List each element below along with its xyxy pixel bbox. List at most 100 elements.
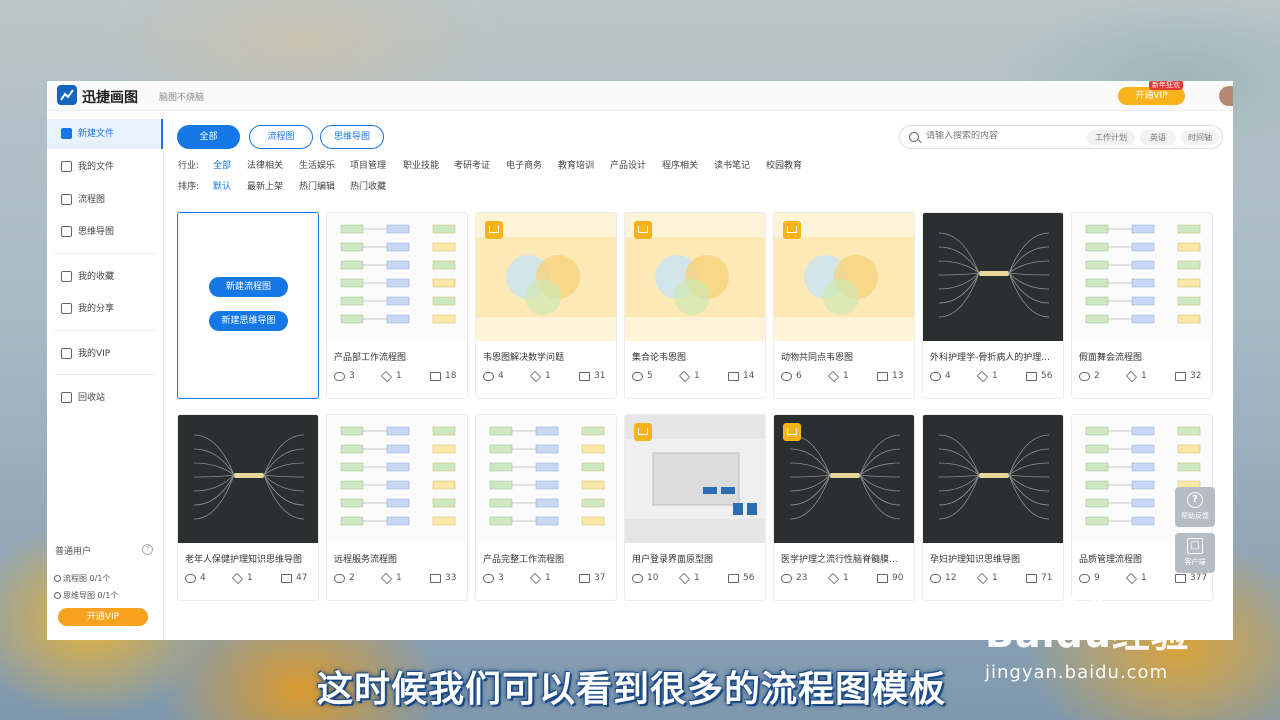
- template-views-count: 4: [483, 371, 504, 381]
- star-icon: [529, 370, 542, 383]
- vip-crown-icon: [634, 221, 652, 239]
- tab-flowchart[interactable]: 流程图: [249, 125, 313, 149]
- industry-option[interactable]: 法律相关: [247, 158, 283, 174]
- sidebar-item-flowchart[interactable]: 流程图: [47, 185, 163, 215]
- industry-option[interactable]: 教育培训: [558, 158, 594, 174]
- edit-icon: [877, 372, 888, 381]
- template-thumbnail: [327, 415, 467, 543]
- eye-icon: [930, 574, 941, 583]
- template-card[interactable]: 韦恩图解决数学问题 4 1 31: [475, 212, 617, 399]
- sort-option[interactable]: 最新上架: [247, 179, 283, 195]
- sidebar-item-shares[interactable]: 我的分享: [47, 294, 163, 324]
- quota-mindmap: 思维导图 0/1个: [53, 591, 119, 600]
- tab-all[interactable]: 全部: [177, 125, 240, 149]
- sidebar-item-new-file[interactable]: 新建文件: [47, 119, 163, 149]
- template-edits-count: 31: [579, 371, 605, 381]
- template-card[interactable]: 产品完整工作流程图 3 1 37: [475, 414, 617, 601]
- trash-icon: [61, 392, 72, 403]
- star-icon: [1125, 572, 1138, 585]
- template-title: 外科护理学-骨折病人的护理...: [930, 353, 1050, 363]
- sidebar-item-vip[interactable]: 我的VIP: [47, 339, 163, 369]
- edit-icon: [579, 574, 590, 583]
- vip-crown-icon: [783, 423, 801, 441]
- search-tag[interactable]: 时间轴: [1181, 130, 1219, 145]
- template-card[interactable]: 外科护理学-骨折病人的护理... 4 1 56: [922, 212, 1064, 399]
- edit-icon: [430, 372, 441, 381]
- sort-option[interactable]: 热门收藏: [350, 179, 386, 195]
- new-mindmap-button[interactable]: 新建思维导图: [209, 311, 288, 331]
- template-thumbnail: [327, 213, 467, 341]
- mindmap-icon: [61, 226, 72, 237]
- industry-option[interactable]: 生活娱乐: [299, 158, 335, 174]
- new-flowchart-button[interactable]: 新建流程图: [209, 277, 288, 297]
- vip-promo-badge: 新年狂欢: [1149, 81, 1183, 90]
- template-thumbnail: [1072, 213, 1212, 341]
- industry-option[interactable]: 考研考证: [454, 158, 490, 174]
- template-card[interactable]: 孕妇护理知识思维导图 12 1 71: [922, 414, 1064, 601]
- sidebar-item-favorites[interactable]: 我的收藏: [47, 262, 163, 292]
- client-button[interactable]: □ 客户端: [1175, 533, 1215, 573]
- industry-option[interactable]: 校园教育: [766, 158, 802, 174]
- sidebar-item-mindmap[interactable]: 思维导图: [47, 217, 163, 247]
- template-views-count: 4: [930, 371, 951, 381]
- industry-option[interactable]: 项目管理: [350, 158, 386, 174]
- search-tag[interactable]: 英语: [1140, 130, 1176, 145]
- star-icon: [827, 370, 840, 383]
- help-icon[interactable]: ?: [142, 544, 153, 555]
- folder-star-icon: [61, 271, 72, 282]
- template-card[interactable]: 产品部工作流程图 3 1 18: [326, 212, 468, 399]
- file-icon: [61, 161, 72, 172]
- industry-option[interactable]: 程序相关: [662, 158, 698, 174]
- template-edits-count: 13: [877, 371, 903, 381]
- sidebar-item-my-files[interactable]: 我的文件: [47, 152, 163, 182]
- template-edits-count: 14: [728, 371, 754, 381]
- template-card[interactable]: 远程服务流程图 2 1 33: [326, 414, 468, 601]
- sort-label: 排序:: [178, 182, 200, 192]
- template-card[interactable]: 老年人保健护理知识思维导图 4 1 47: [177, 414, 319, 601]
- edit-icon: [877, 574, 888, 583]
- template-edits-count: 33: [430, 573, 456, 583]
- vip-crown-icon: [783, 221, 801, 239]
- template-stars-count: 1: [1125, 572, 1147, 585]
- template-views-count: 9: [1079, 573, 1100, 583]
- template-stars-count: 1: [678, 572, 700, 585]
- feedback-button[interactable]: ? 帮助反馈: [1175, 487, 1215, 527]
- plus-icon: [61, 128, 72, 139]
- template-views-count: 10: [632, 573, 658, 583]
- template-views-count: 3: [483, 573, 504, 583]
- search-tag[interactable]: 工作计划: [1087, 130, 1135, 145]
- vip-crown-icon: [485, 221, 503, 239]
- sort-option[interactable]: 热门编辑: [299, 179, 335, 195]
- template-card[interactable]: 假面舞会流程图 2 1 32: [1071, 212, 1213, 399]
- industry-option[interactable]: 职业技能: [403, 158, 439, 174]
- industry-option[interactable]: 读书笔记: [714, 158, 750, 174]
- watermark-brand: Baidu经验: [985, 612, 1190, 656]
- search-input[interactable]: [926, 131, 1076, 141]
- template-views-count: 2: [334, 573, 355, 583]
- industry-option[interactable]: 产品设计: [610, 158, 646, 174]
- template-card[interactable]: 集合论韦恩图 5 1 14: [624, 212, 766, 399]
- avatar[interactable]: [1219, 86, 1233, 106]
- industry-option[interactable]: 全部: [213, 158, 231, 174]
- edit-icon: [1026, 574, 1037, 583]
- user-type: 普通用户: [55, 547, 92, 557]
- template-card[interactable]: 用户登录界面原型图 10 1 56: [624, 414, 766, 601]
- template-card[interactable]: 动物共同点韦恩图 6 1 13: [773, 212, 915, 399]
- template-edits-count: 18: [430, 371, 456, 381]
- template-card[interactable]: 医学护理之流行性脑脊髓膜... 23 1 90: [773, 414, 915, 601]
- sort-option[interactable]: 默认: [213, 179, 231, 195]
- industry-option[interactable]: 电子商务: [506, 158, 542, 174]
- eye-icon: [781, 372, 792, 381]
- template-title: 医学护理之流行性脑脊髓膜...: [781, 555, 898, 565]
- template-title: 韦恩图解决数学问题: [483, 353, 565, 363]
- star-icon: [678, 370, 691, 383]
- sidebar-vip-button[interactable]: 开通VIP: [58, 608, 148, 626]
- star-icon: [529, 572, 542, 585]
- edit-icon: [1175, 574, 1186, 583]
- vip-icon: [61, 348, 72, 359]
- template-stars-count: 1: [380, 370, 402, 383]
- industry-label: 行业:: [178, 161, 200, 171]
- search-icon: [909, 132, 919, 142]
- sidebar-item-trash[interactable]: 回收站: [47, 383, 163, 413]
- tab-mindmap[interactable]: 思维导图: [320, 125, 384, 149]
